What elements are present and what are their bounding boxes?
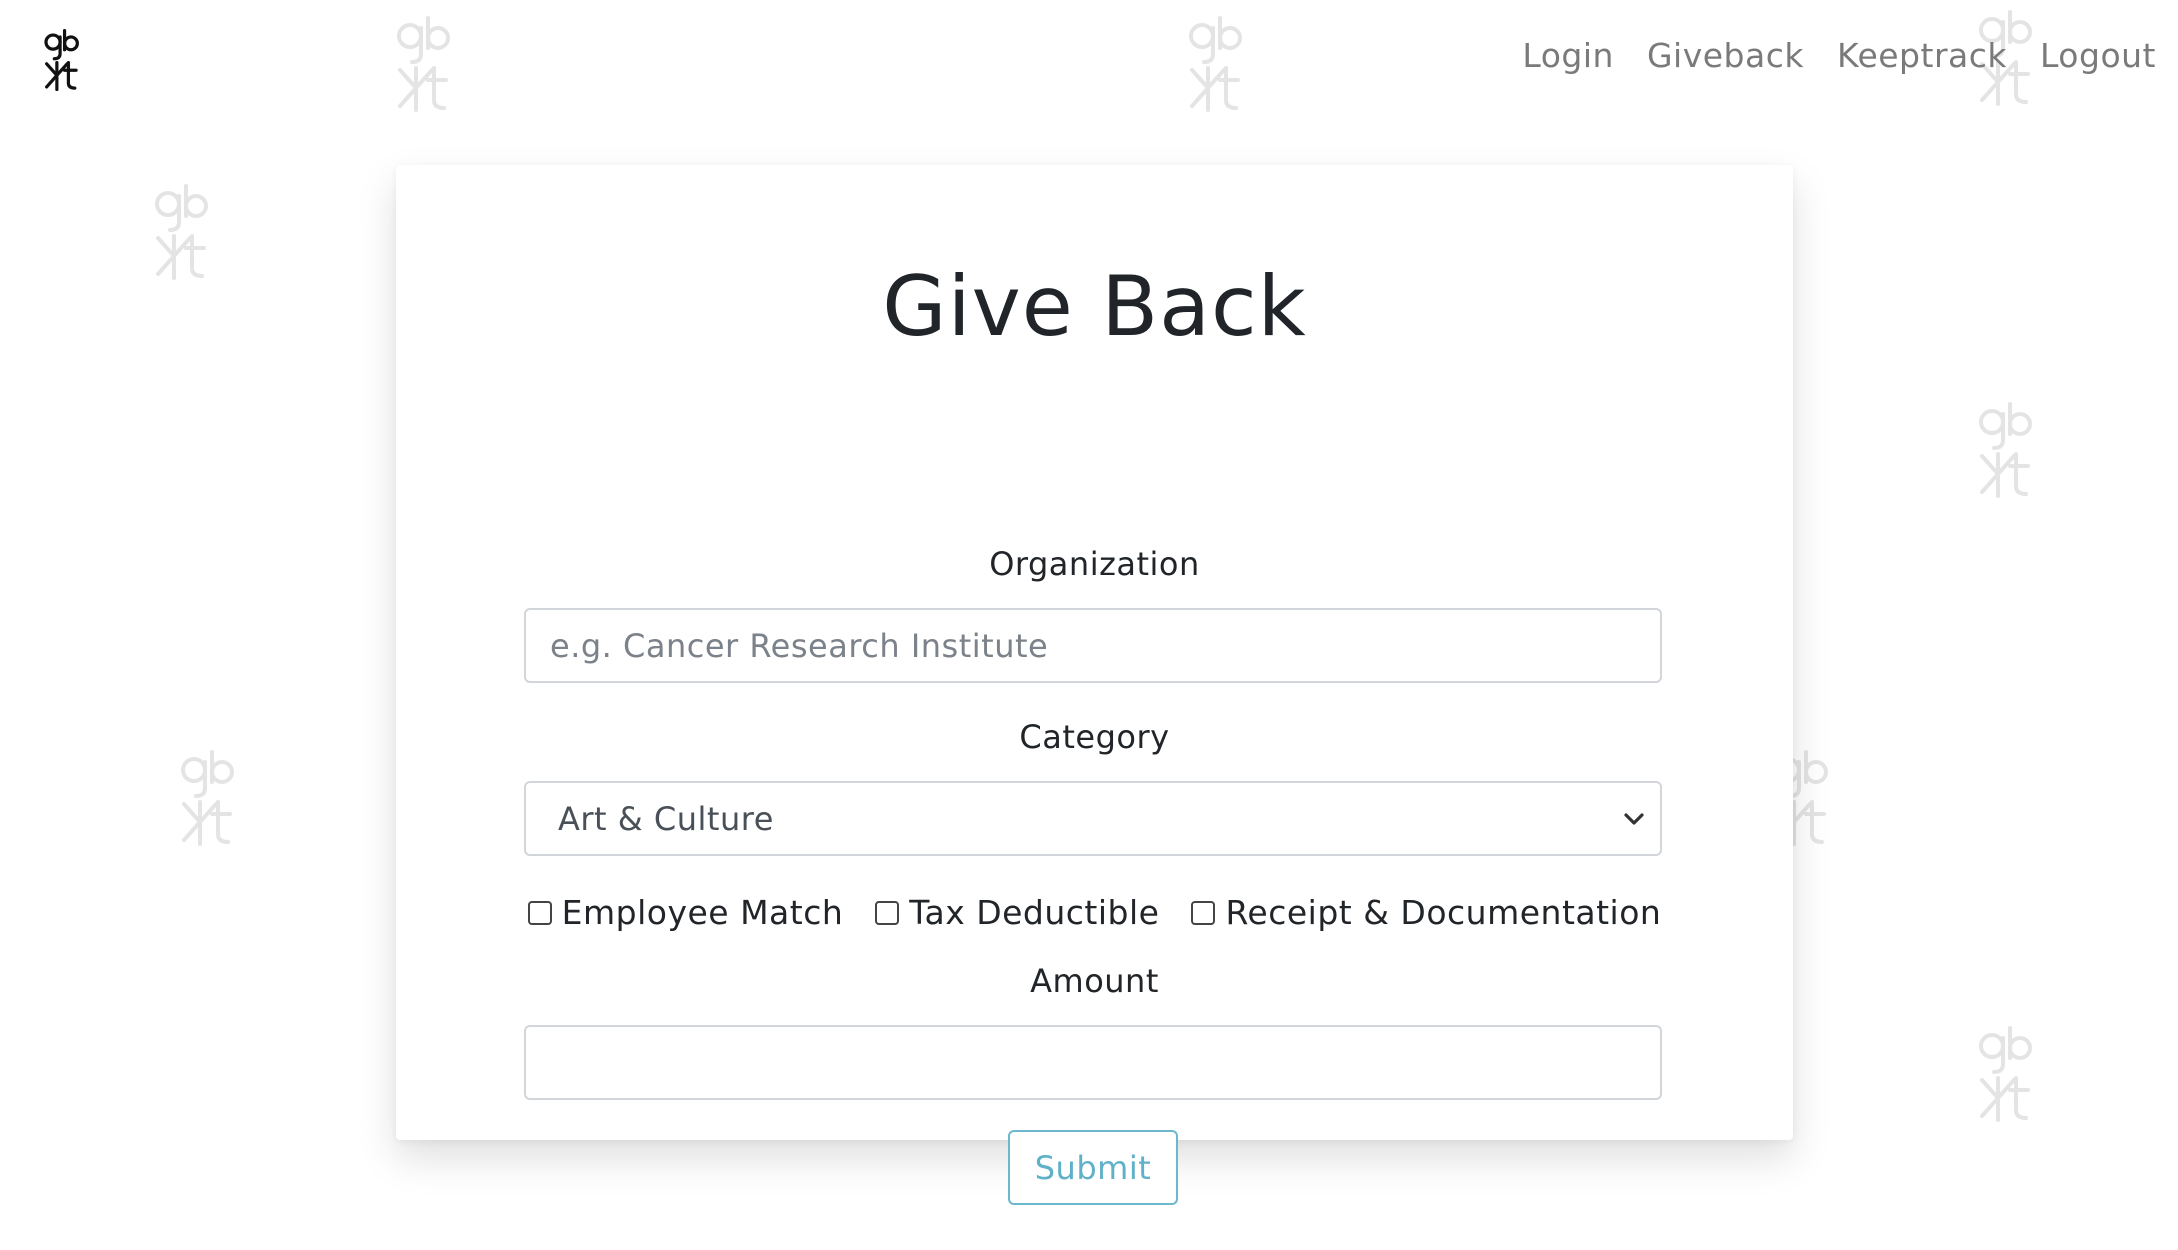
amount-label: Amount: [1030, 962, 1159, 1000]
page: Login Giveback Keeptrack Logout Give Bac…: [0, 0, 2178, 1250]
nav-logout-link[interactable]: Logout: [2040, 36, 2156, 75]
gbkt-logo-icon[interactable]: [36, 28, 88, 92]
category-select[interactable]: Art & Culture: [524, 781, 1662, 856]
watermark-logo-icon: [1976, 1024, 2036, 1124]
employee-match-label: Employee Match: [561, 893, 844, 932]
tax-deductible-label: Tax Deductible: [909, 893, 1160, 932]
chevron-down-icon: [1624, 813, 1644, 825]
watermark-logo-icon: [178, 748, 238, 848]
amount-input[interactable]: [524, 1025, 1662, 1100]
employee-match-checkbox[interactable]: [527, 900, 552, 925]
top-nav: Login Giveback Keeptrack Logout: [1522, 36, 2156, 75]
receipt-documentation-checkbox[interactable]: [1191, 900, 1216, 925]
submit-button[interactable]: Submit: [1008, 1130, 1178, 1205]
nav-keeptrack-link[interactable]: Keeptrack: [1837, 36, 2007, 75]
employee-match-option[interactable]: Employee Match: [527, 893, 844, 932]
nav-login-link[interactable]: Login: [1522, 36, 1614, 75]
receipt-documentation-option[interactable]: Receipt & Documentation: [1191, 893, 1661, 932]
checkbox-group: Employee Match Tax Deductible Receipt & …: [396, 893, 1793, 932]
watermark-logo-icon: [1186, 14, 1246, 114]
watermark-logo-icon: [394, 14, 454, 114]
page-title: Give Back: [882, 258, 1307, 355]
watermark-logo-icon: [1976, 400, 2036, 500]
tax-deductible-option[interactable]: Tax Deductible: [875, 893, 1159, 932]
give-back-card: Give Back Organization Category Art & Cu…: [396, 165, 1793, 1205]
nav-giveback-link[interactable]: Giveback: [1647, 36, 1804, 75]
category-selected-value: Art & Culture: [558, 799, 774, 838]
tax-deductible-checkbox[interactable]: [875, 900, 900, 925]
organization-input[interactable]: [524, 608, 1662, 683]
category-label: Category: [1019, 718, 1170, 756]
watermark-logo-icon: [152, 182, 212, 282]
receipt-documentation-label: Receipt & Documentation: [1225, 893, 1662, 932]
organization-label: Organization: [989, 545, 1200, 583]
